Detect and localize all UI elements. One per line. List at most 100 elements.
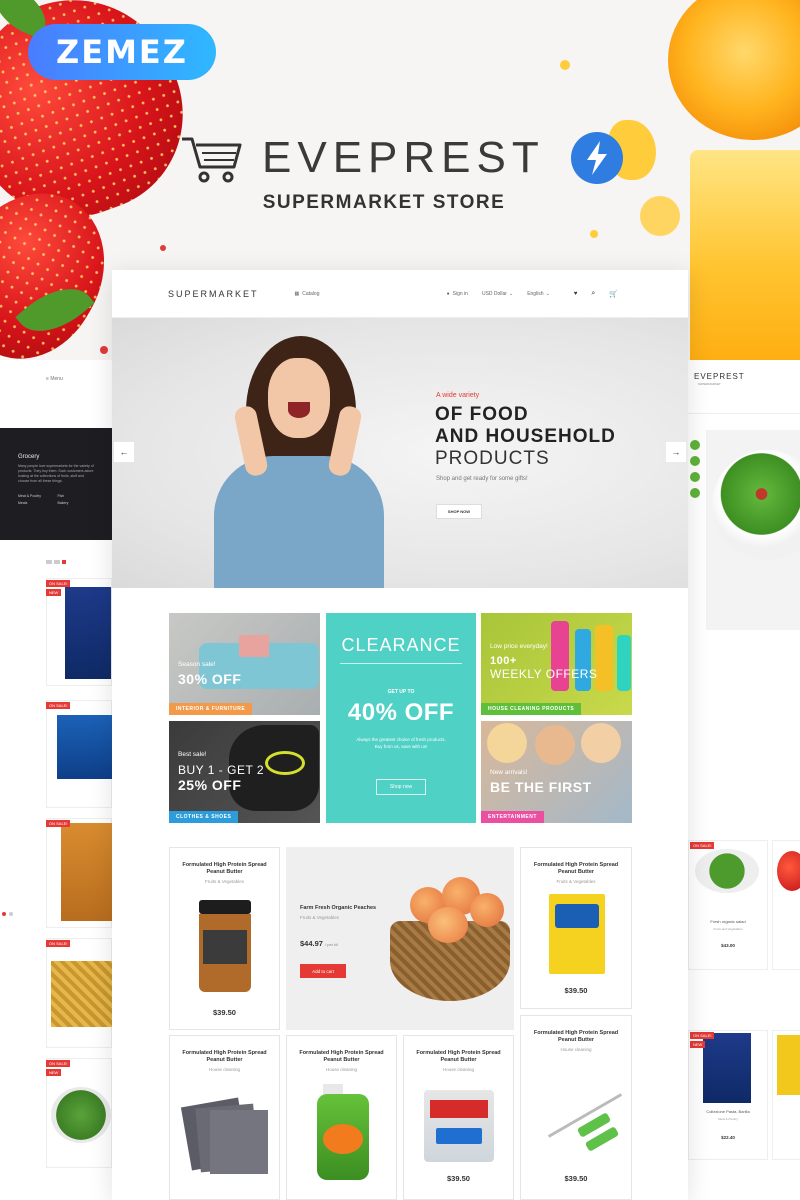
salad-bowl-image <box>51 1087 111 1143</box>
right-product-card[interactable] <box>772 840 800 970</box>
catalog-menu[interactable]: ▦ Catalog <box>295 291 320 297</box>
grocery-item[interactable]: Meals <box>18 501 55 505</box>
shop-now-outline-button[interactable]: Shop now <box>376 779 426 795</box>
add-to-cart-button[interactable]: Add to cart <box>300 964 346 978</box>
salad-image <box>695 849 759 893</box>
product-price: $44.97 / per kil <box>300 939 338 948</box>
slider-next-button[interactable]: → <box>666 442 686 462</box>
product-name[interactable]: Formulated High Protein Spread Peanut Bu… <box>404 1050 513 1064</box>
new-badge: NEW <box>46 589 62 596</box>
promo-cleaning[interactable]: Low price everyday! 100+ WEEKLY OFFERS H… <box>481 613 632 715</box>
product-name[interactable]: Formulated High Protein Spread Peanut Bu… <box>170 1050 279 1064</box>
grocery-title: Grocery <box>18 454 40 460</box>
sign-in-link[interactable]: ● Sign in <box>447 291 468 297</box>
category-label: ENTERTAINMENT <box>481 811 544 823</box>
brand-subtitle: SUPERMARKET STORE <box>262 192 506 213</box>
left-product-card[interactable] <box>46 938 112 1048</box>
sale-badge: ON SALE! <box>46 1060 71 1067</box>
sale-badge: ON SALE! <box>46 702 71 709</box>
chevron-down-icon: ⌄ <box>508 290 514 297</box>
juice-splash-image <box>560 60 570 70</box>
woman-image <box>210 336 410 588</box>
store-logo[interactable]: SUPERMARKET <box>168 289 259 299</box>
rice-box-image <box>61 823 112 921</box>
language-select[interactable]: English ⌄ <box>527 291 550 297</box>
promo-interior[interactable]: Season sale! 30% OFF INTERIOR & FURNITUR… <box>169 613 320 715</box>
juice-drop-image <box>160 245 166 251</box>
grocery-item[interactable]: Meat & Poultry <box>18 494 55 498</box>
product-category: Fruits & Vegetables <box>556 879 596 884</box>
product-card[interactable]: Formulated High Protein Spread Peanut Bu… <box>286 1035 397 1200</box>
currency-select[interactable]: USD Dollar ⌄ <box>482 291 513 297</box>
product-name[interactable]: Formulated High Protein Spread Peanut Bu… <box>287 1050 396 1064</box>
dishwasher-tub-image <box>424 1090 494 1162</box>
product-card[interactable]: Formulated High Protein Spread Peanut Bu… <box>520 847 632 1009</box>
product-card[interactable]: Formulated High Protein Spread Peanut Bu… <box>169 847 280 1030</box>
product-card-featured[interactable]: Farm Fresh Organic Peaches Fruits & Vege… <box>286 847 514 1030</box>
wishlist-heart-icon[interactable]: ♥ <box>574 291 578 297</box>
grocery-item[interactable]: Bakery <box>58 501 95 505</box>
hero-title-line3: PRODUCTS <box>435 448 550 469</box>
product-price: $39.50 <box>213 1008 236 1017</box>
product-name[interactable]: Formulated High Protein Spread Peanut Bu… <box>521 862 631 876</box>
search-icon[interactable]: ⌕ <box>591 290 595 298</box>
pillow-image <box>239 635 269 657</box>
grocery-item[interactable]: Fish <box>58 494 95 498</box>
zemez-badge[interactable]: ZEMEZ <box>28 24 216 80</box>
thumb-salad[interactable] <box>690 488 700 498</box>
brand-name: EVEPREST <box>262 133 545 182</box>
promo-entertainment[interactable]: New arrivals! BE THE FIRST ENTERTAINMENT <box>481 721 632 823</box>
right-logo: EVEPREST <box>694 372 745 381</box>
product-category: House cleaning <box>325 1067 358 1072</box>
shop-now-button[interactable]: SHOP NOW <box>436 504 482 519</box>
bottle-image <box>617 635 631 691</box>
hero-slider: ← → A wide variety OF FOOD AND HOUSEHOLD… <box>112 318 688 588</box>
apple-image <box>777 851 800 891</box>
pasta-box-image <box>703 1033 751 1103</box>
store-preview: SUPERMARKET ▦ Catalog ● Sign in USD Dollar… <box>112 270 688 1200</box>
arrow-left-icon: ← <box>119 447 129 457</box>
product-card[interactable]: Formulated High Protein Spread Peanut Bu… <box>403 1035 514 1200</box>
sponge-pads-image <box>180 1096 268 1176</box>
category-label: HOUSE CLEANING PRODUCTS <box>481 703 582 715</box>
product-name[interactable]: Farm Fresh Organic Peaches <box>300 905 376 911</box>
orange-slice-image <box>668 0 800 140</box>
bottle-image <box>595 625 613 691</box>
hero-kicker: A wide variety <box>436 392 480 399</box>
right-product-card[interactable] <box>772 1030 800 1160</box>
left-product-card[interactable] <box>46 700 112 808</box>
menu-link[interactable]: ≡ Menu <box>46 376 63 382</box>
right-product-card[interactable]: Collezione Pasta, Barilla Meat & Poultry… <box>688 1030 768 1160</box>
right-product-card[interactable]: Fresh organic salad Fruits and Vegetable… <box>688 840 768 970</box>
user-icon: ● <box>446 290 450 297</box>
sale-badge: ON SALE! <box>690 1032 715 1039</box>
product-name[interactable]: Formulated High Protein Spread Peanut Bu… <box>170 862 279 876</box>
product-card[interactable]: Formulated High Protein Spread Peanut Bu… <box>169 1035 280 1200</box>
product-name[interactable]: Formulated High Protein Spread Peanut Bu… <box>521 1030 631 1044</box>
product-card[interactable]: Formulated High Protein Spread Peanut Bu… <box>520 1015 632 1200</box>
product-price: $39.50 <box>564 986 588 995</box>
snack-box-image <box>777 1035 800 1095</box>
thumb-salad[interactable] <box>690 472 700 482</box>
left-preview-panel: ≡ Menu Grocery Many people love supermar… <box>0 360 112 1200</box>
product-category: Fruits & Vegetables <box>300 915 340 920</box>
thumb-salad[interactable] <box>690 456 700 466</box>
arrow-right-icon: → <box>671 447 681 457</box>
cart-logo-icon <box>182 137 242 183</box>
new-badge: NEW <box>46 1069 62 1076</box>
promo-clothes[interactable]: Best sale! BUY 1 - GET 2 25% OFF CLOTHES… <box>169 721 320 823</box>
slider-prev-button[interactable]: ← <box>114 442 134 462</box>
view-toggle-icon[interactable] <box>46 560 66 564</box>
pagination-dot[interactable] <box>2 912 6 916</box>
salad-hero-image <box>706 430 800 630</box>
thumb-salad[interactable] <box>690 440 700 450</box>
sale-badge: ON SALE! <box>690 842 715 849</box>
pasta-bag-image <box>51 961 112 1027</box>
bottle-image <box>575 629 591 691</box>
product-category: House cleaning <box>208 1067 241 1072</box>
left-product-card[interactable] <box>46 818 112 928</box>
hero-title-line2: AND HOUSEHOLD <box>435 426 616 447</box>
pagination-dot[interactable] <box>9 912 13 916</box>
promo-clearance[interactable]: CLEARANCE GET UP TO 40% OFF Always the g… <box>326 613 476 823</box>
cart-icon[interactable]: 🛒 <box>609 290 618 298</box>
